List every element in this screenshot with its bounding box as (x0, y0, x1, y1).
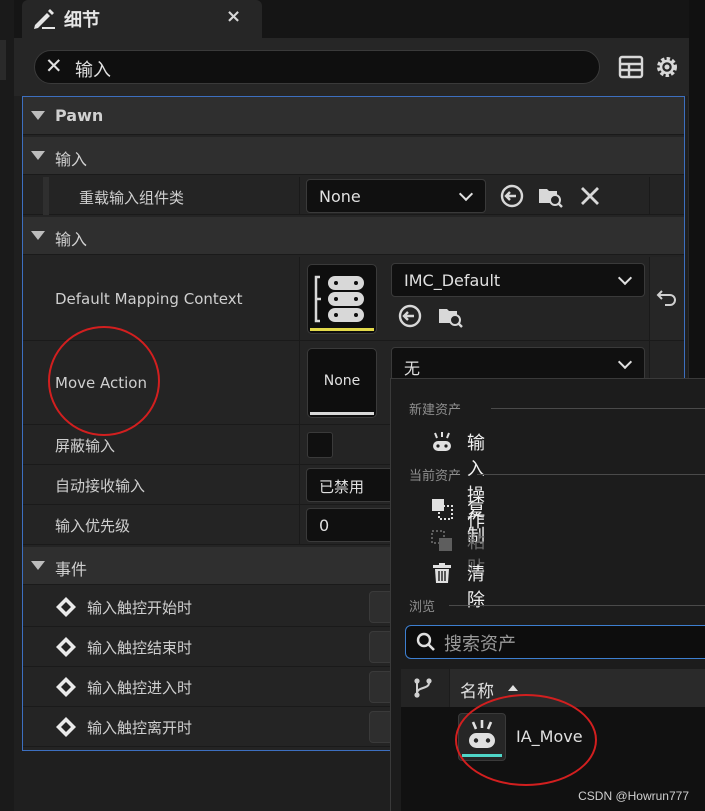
asset-list-header: 名称 (401, 669, 705, 707)
search-input[interactable]: ✕ 输入 (34, 50, 600, 84)
category-label: 输入 (55, 230, 88, 249)
asset-search-input[interactable]: 搜索资产 (405, 625, 705, 659)
event-label: 输入触控进入时 (87, 679, 193, 697)
event-diamond-icon (56, 637, 76, 657)
asset-type-bar (310, 412, 374, 415)
prop-label: Move Action (55, 374, 147, 392)
select-value: 已禁用 (319, 478, 365, 496)
column-divider[interactable] (299, 505, 300, 544)
trash-icon (433, 563, 451, 583)
indent-bar (43, 177, 49, 215)
collapse-arrow-icon[interactable] (31, 151, 45, 160)
search-icon (416, 632, 435, 651)
search-placeholder: 搜索资产 (444, 634, 516, 655)
event-label: 输入触控开始时 (87, 599, 193, 617)
clear-search-icon[interactable]: ✕ (45, 54, 63, 78)
prop-label: Default Mapping Context (55, 290, 243, 308)
left-panel-edge (0, 0, 14, 811)
tab-bar: 细节 × (14, 0, 689, 38)
tab-title: 细节 (64, 10, 100, 31)
category-label: 输入 (55, 150, 88, 169)
category-input-sub[interactable]: 输入 (23, 137, 684, 175)
reset-column (649, 177, 684, 214)
prop-label: 自动接收输入 (55, 477, 146, 495)
category-input[interactable]: 输入 (23, 217, 684, 255)
paste-icon (431, 530, 452, 551)
prop-label: 重载输入组件类 (79, 189, 185, 207)
event-diamond-icon (56, 717, 76, 737)
close-tab-icon[interactable]: × (226, 6, 241, 27)
browse-folder-icon[interactable] (537, 183, 563, 209)
asset-type-bar (310, 328, 374, 331)
asset-picker-popup: 新建资产 输入操作 当前资产 复制 粘贴 清除 浏览 搜索资产 名称 IA_Mo… (390, 378, 705, 811)
search-value: 输入 (75, 60, 111, 81)
column-divider[interactable] (299, 425, 300, 464)
reset-column (649, 257, 684, 340)
category-pawn[interactable]: Pawn (23, 97, 684, 135)
left-panel-stub (0, 40, 6, 80)
override-input-component-select[interactable]: None (306, 179, 486, 213)
event-label: 输入触控离开时 (87, 719, 193, 737)
clear-x-icon[interactable] (577, 183, 603, 209)
reset-to-default-icon[interactable] (656, 285, 678, 307)
select-value: IMC_Default (404, 271, 501, 290)
section-header-browse: 浏览 (409, 600, 436, 615)
prop-override-input-component: 重载输入组件类 None (23, 177, 684, 215)
section-header-new-asset: 新建资产 (409, 403, 462, 418)
collapse-arrow-icon[interactable] (31, 111, 45, 120)
category-label: 事件 (55, 560, 88, 579)
event-label: 输入触控结束时 (87, 639, 193, 657)
input-mapping-context-icon (314, 275, 364, 323)
section-divider (491, 408, 705, 409)
column-divider[interactable] (299, 465, 300, 504)
prop-default-mapping-context: Default Mapping Context IMC_Default (23, 257, 684, 341)
chevron-down-icon (617, 354, 633, 370)
mapping-context-thumbnail[interactable] (307, 264, 377, 334)
input-action-icon (433, 432, 451, 451)
event-diamond-icon (56, 677, 76, 697)
collapse-arrow-icon[interactable] (31, 231, 45, 240)
browse-folder-icon[interactable] (437, 303, 463, 329)
table-view-icon[interactable] (618, 54, 644, 80)
prop-label: 输入优先级 (55, 517, 131, 535)
move-action-select[interactable]: 无 (391, 347, 645, 381)
event-diamond-icon (56, 597, 76, 617)
thumbnail-text: None (323, 373, 361, 389)
search-row: ✕ 输入 (14, 38, 689, 96)
column-header-name[interactable]: 名称 (449, 669, 705, 707)
chevron-down-icon (458, 186, 474, 202)
section-divider (449, 605, 705, 606)
input-action-icon (469, 720, 495, 748)
collapse-arrow-icon[interactable] (31, 561, 45, 570)
move-action-thumbnail[interactable]: None (307, 348, 377, 418)
chevron-down-icon (617, 270, 633, 286)
block-input-checkbox[interactable] (307, 432, 333, 458)
use-selected-icon[interactable] (499, 183, 525, 209)
column-divider[interactable] (299, 341, 300, 424)
gear-icon[interactable] (654, 54, 680, 80)
sort-ascending-icon (508, 685, 518, 691)
pencil-icon (34, 9, 55, 29)
copy-icon (432, 499, 453, 520)
tab-details[interactable]: 细节 × (22, 0, 262, 38)
select-value: 无 (404, 359, 421, 378)
use-selected-icon[interactable] (397, 303, 423, 329)
source-control-icon[interactable] (413, 677, 433, 699)
column-divider[interactable] (299, 177, 300, 214)
prop-label: 屏蔽输入 (55, 437, 116, 455)
field-value: 0 (319, 516, 330, 535)
column-divider[interactable] (299, 257, 300, 340)
watermark: CSDN @Howrun777 (578, 789, 689, 803)
mapping-context-select[interactable]: IMC_Default (391, 263, 645, 297)
category-label: Pawn (55, 106, 104, 125)
select-value: None (319, 187, 361, 206)
section-divider (477, 474, 705, 475)
column-header-label: 名称 (460, 682, 494, 702)
section-header-current-asset: 当前资产 (409, 469, 462, 484)
asset-name: IA_Move (516, 727, 583, 746)
asset-type-bar (462, 754, 502, 757)
asset-thumbnail[interactable] (458, 713, 506, 761)
